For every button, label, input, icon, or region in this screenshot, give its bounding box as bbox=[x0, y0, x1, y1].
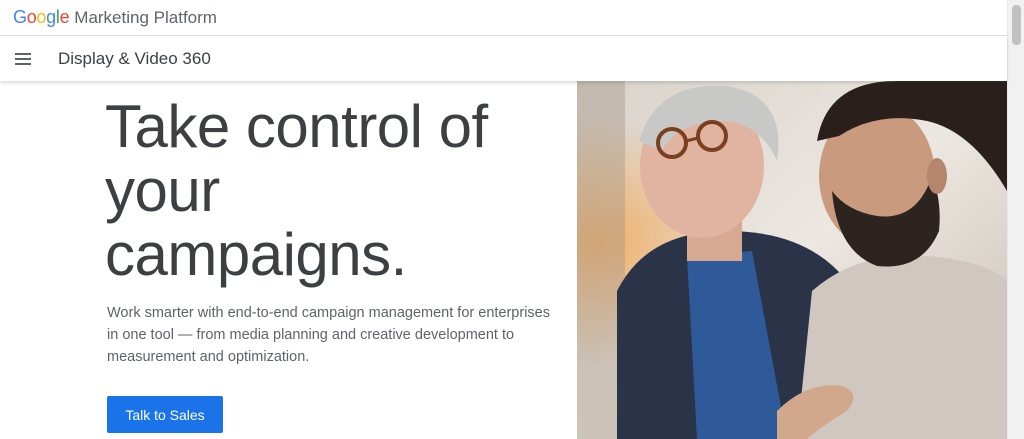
google-marketing-platform-logo[interactable]: Google Marketing Platform bbox=[13, 7, 217, 28]
logo-letter-o1: o bbox=[26, 7, 37, 27]
hero-title: Take control of your campaigns. bbox=[105, 95, 565, 287]
hamburger-menu-icon[interactable] bbox=[1, 37, 45, 81]
talk-to-sales-button[interactable]: Talk to Sales bbox=[107, 396, 223, 433]
hero-photo-illustration bbox=[577, 81, 1007, 439]
top-brand-bar: Google Marketing Platform bbox=[0, 0, 1007, 36]
hero-title-line-3: campaigns. bbox=[105, 221, 407, 288]
product-nav-bar: Display & Video 360 bbox=[0, 37, 1007, 81]
logo-letter-o2: o bbox=[36, 7, 47, 27]
logo-letter-g2: g bbox=[46, 7, 56, 27]
product-title[interactable]: Display & Video 360 bbox=[58, 49, 211, 69]
logo-letter-g1: G bbox=[13, 7, 27, 27]
hero-photo bbox=[577, 81, 1007, 439]
hero-title-line-1: Take control of bbox=[105, 93, 488, 160]
scrollbar-thumb[interactable] bbox=[1012, 5, 1021, 45]
hero-title-line-2: your bbox=[105, 157, 220, 224]
vertical-scrollbar[interactable] bbox=[1007, 0, 1024, 439]
hero-description: Work smarter with end-to-end campaign ma… bbox=[107, 305, 550, 365]
brand-product-name: Marketing Platform bbox=[74, 8, 217, 27]
logo-letter-e: e bbox=[59, 7, 70, 27]
